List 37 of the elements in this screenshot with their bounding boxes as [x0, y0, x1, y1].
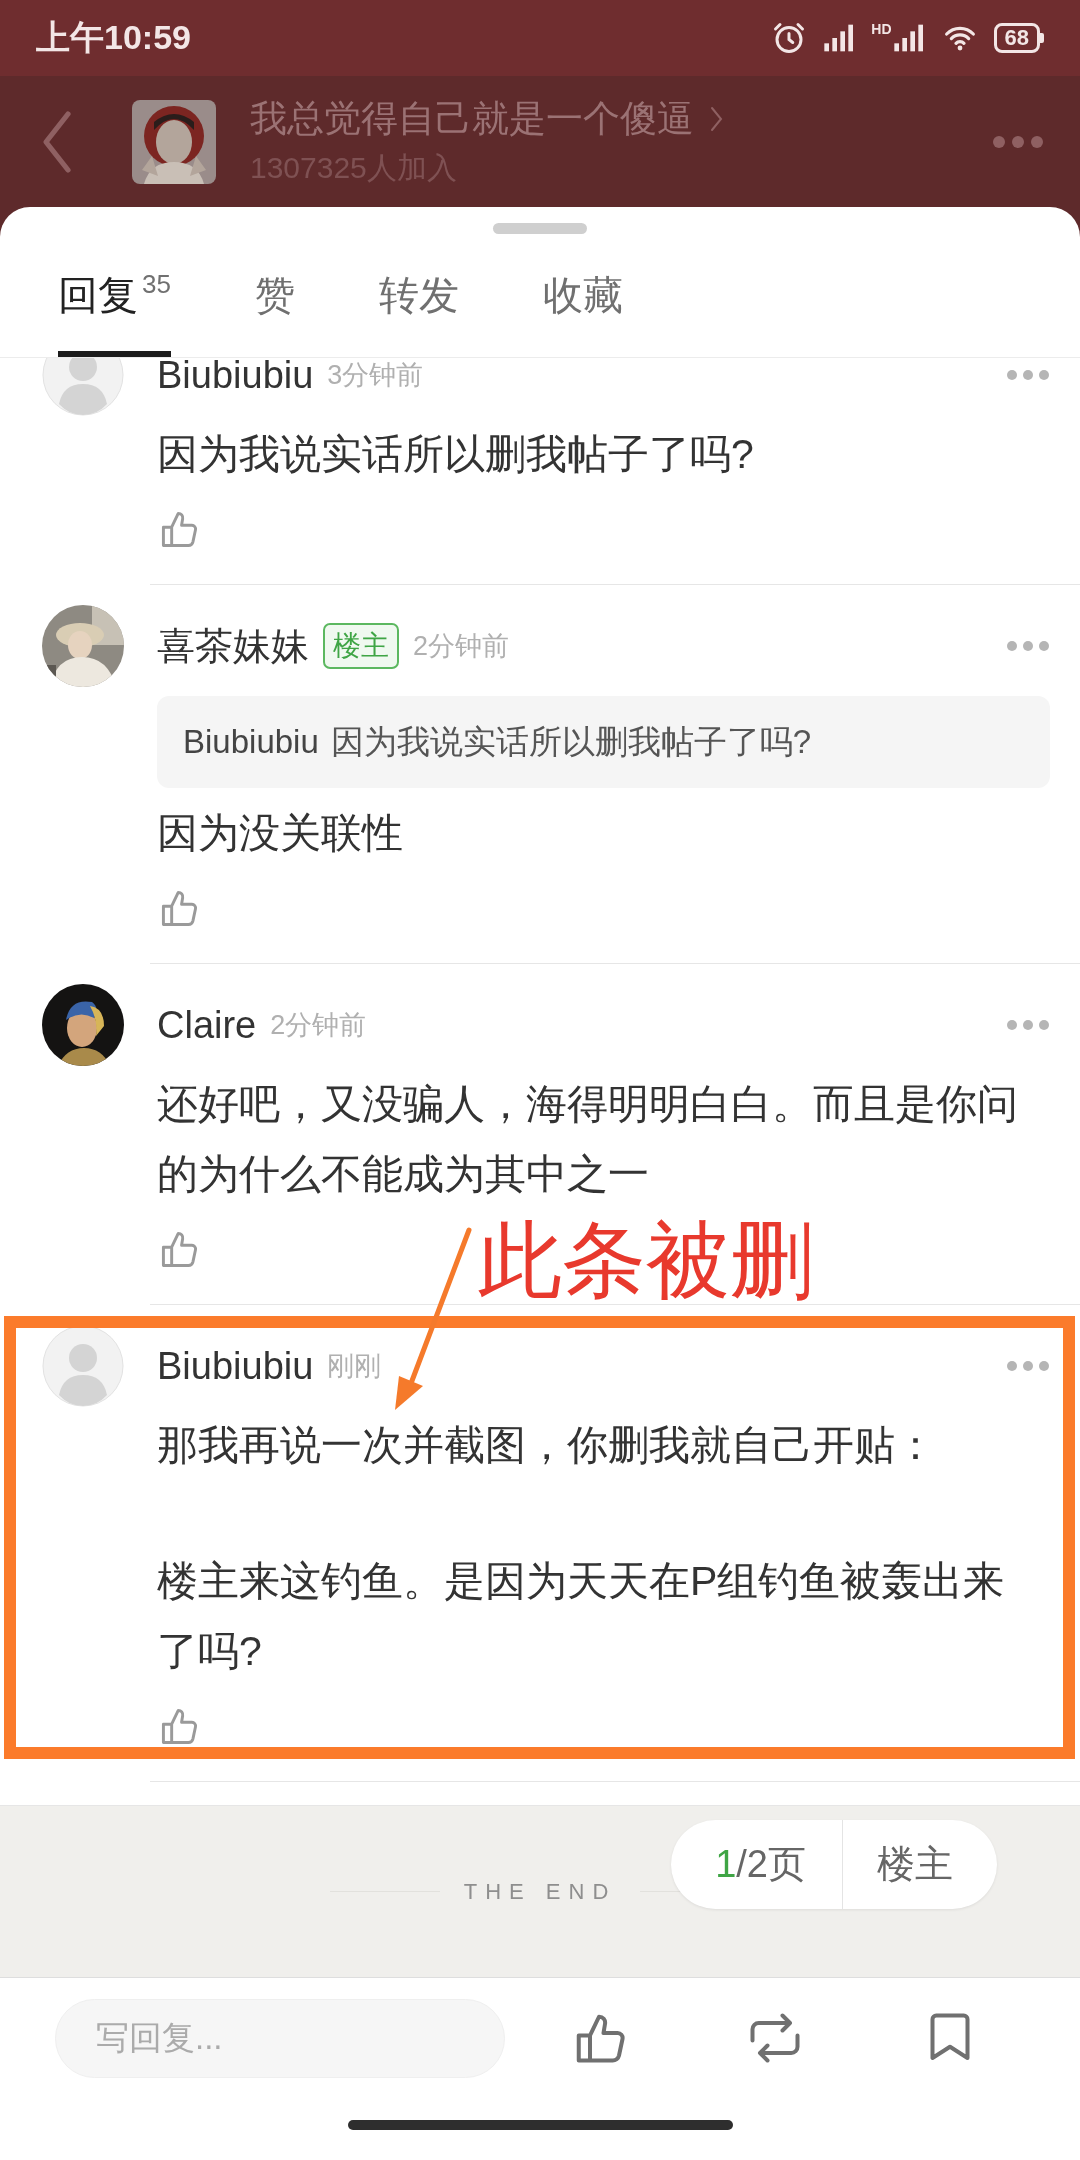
user-name[interactable]: 喜茶妹妹	[157, 620, 309, 672]
user-name[interactable]: Claire	[157, 1003, 257, 1047]
post-time: 3分钟前	[327, 359, 424, 392]
battery-level: 68	[993, 23, 1040, 53]
reply-input[interactable]: 写回复...	[55, 1998, 505, 2078]
signal-icon	[891, 22, 926, 54]
network-label: HD	[871, 22, 892, 36]
reply-text: 还好吧，又没骗人，海得明明白白。而且是你问的为什么不能成为其中之一	[157, 1080, 1019, 1199]
more-icon[interactable]	[1006, 1360, 1050, 1372]
more-icon[interactable]	[1006, 640, 1050, 652]
post-time: 2分钟前	[270, 1009, 367, 1042]
end-label: THE END	[463, 1878, 617, 1905]
more-icon[interactable]	[1006, 369, 1050, 381]
annotation-text: 此条被删	[478, 1212, 814, 1308]
drag-handle[interactable]	[493, 223, 587, 234]
tab[interactable]: 赞	[254, 234, 295, 357]
avatar-icon	[42, 1325, 124, 1407]
user-name[interactable]: Biubiubiu	[157, 358, 314, 397]
page-button[interactable]: 1/2页	[671, 1820, 843, 1909]
tab[interactable]: 转发	[378, 234, 459, 357]
quote-author: Biubiubiu	[183, 723, 319, 761]
quote-text: 因为我说实话所以删我帖子了吗?	[330, 721, 812, 762]
reply-text: 因为我说实话所以删我帖子了吗?	[157, 430, 755, 479]
chevron-icon	[710, 106, 724, 132]
user-name[interactable]: Biubiubiu	[157, 1344, 314, 1388]
reply-text: 因为没关联性	[157, 809, 404, 858]
more-icon[interactable]	[992, 134, 1044, 149]
reply-text: 楼主来这钓鱼。是因为天天在P组钓鱼被轰出来了吗?	[157, 1557, 1006, 1676]
reply-count: 35	[142, 269, 171, 300]
owner-only-button[interactable]: 楼主	[843, 1820, 997, 1909]
tab[interactable]: 收藏	[542, 234, 623, 357]
post-time: 2分钟前	[413, 630, 510, 663]
reply-text: 那我再说一次并截图，你删我就自己开贴：	[157, 1421, 937, 1470]
status-time: 上午10:59	[36, 17, 191, 58]
post-time: 刚刚	[327, 1350, 382, 1383]
owner-badge: 楼主	[323, 623, 399, 669]
more-icon[interactable]	[1006, 1019, 1050, 1031]
